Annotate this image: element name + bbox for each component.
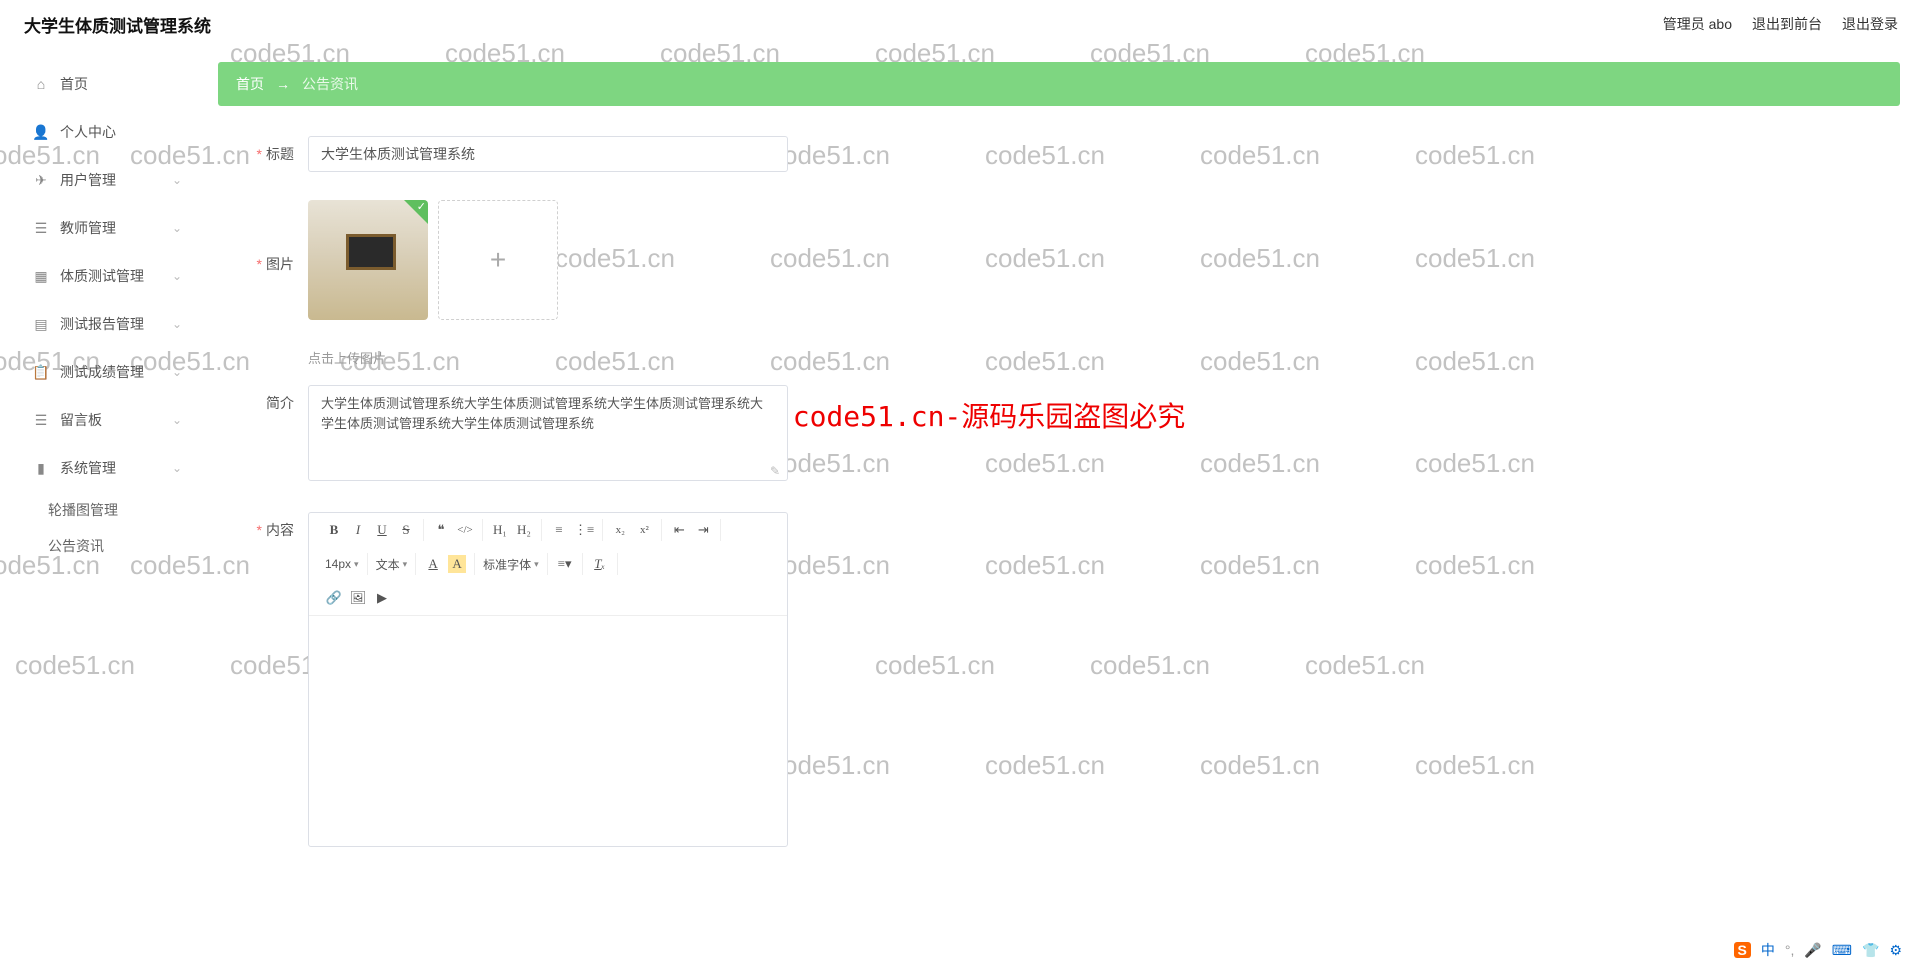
- check-icon: [404, 200, 428, 224]
- ime-bar: S 中 °, 🎤 ⌨ 👕 ⚙: [1728, 938, 1909, 962]
- chevron-down-icon: ⌄: [172, 317, 182, 331]
- sidebar-item-label: 个人中心: [60, 122, 182, 142]
- sidebar-item-system[interactable]: ▮ 系统管理 ⌄: [0, 444, 200, 492]
- sidebar-item-label: 测试成绩管理: [60, 362, 172, 382]
- h1-button[interactable]: H₁: [491, 521, 509, 539]
- clipboard-icon: 📋: [32, 364, 50, 381]
- sidebar-item-label: 测试报告管理: [60, 314, 172, 334]
- sidebar-item-profile[interactable]: 👤 个人中心: [0, 108, 200, 156]
- send-icon: ✈: [32, 172, 50, 189]
- ime-badge[interactable]: S: [1734, 942, 1751, 958]
- underline-button[interactable]: U: [373, 521, 391, 539]
- chevron-down-icon: ⌄: [172, 413, 182, 427]
- edit-icon[interactable]: ✎: [770, 464, 780, 478]
- video-button[interactable]: ▶: [373, 589, 391, 607]
- upload-add-button[interactable]: +: [438, 200, 558, 320]
- home-icon: ⌂: [32, 76, 50, 92]
- app-title: 大学生体质测试管理系统: [24, 12, 211, 37]
- title-label: 标题: [238, 136, 308, 164]
- bold-button[interactable]: B: [325, 521, 343, 539]
- image-button[interactable]: 🖼: [349, 589, 367, 607]
- image-label: 图片: [238, 246, 308, 274]
- sidebar-item-fitness-mgmt[interactable]: ▦ 体质测试管理 ⌄: [0, 252, 200, 300]
- sidebar-item-label: 教师管理: [60, 218, 172, 238]
- chevron-down-icon: ⌄: [172, 173, 182, 187]
- sidebar-item-label: 用户管理: [60, 170, 172, 190]
- chevron-down-icon: ⌄: [172, 365, 182, 379]
- user-icon: 👤: [32, 124, 50, 141]
- bar-icon: ▮: [32, 460, 50, 477]
- rich-editor: B I U S ❝ </> H₁ H₂: [308, 512, 788, 847]
- content-label: 内容: [238, 512, 308, 540]
- ime-mic-icon[interactable]: 🎤: [1804, 942, 1821, 959]
- breadcrumb-home[interactable]: 首页: [236, 74, 264, 94]
- sidebar-item-score-mgmt[interactable]: 📋 测试成绩管理 ⌄: [0, 348, 200, 396]
- breadcrumb: 首页 → 公告资讯: [218, 62, 1900, 106]
- logout-front-button[interactable]: 退出到前台: [1752, 14, 1822, 34]
- font-size-select[interactable]: 14px: [325, 557, 359, 571]
- chevron-down-icon: ⌄: [172, 221, 182, 235]
- ime-keyboard-icon[interactable]: ⌨: [1832, 942, 1852, 959]
- user-label[interactable]: 管理员 abo: [1663, 14, 1732, 34]
- italic-button[interactable]: I: [349, 521, 367, 539]
- ime-lang[interactable]: 中: [1761, 940, 1775, 960]
- plus-icon: +: [490, 244, 506, 276]
- chevron-down-icon: ⌄: [172, 461, 182, 475]
- quote-button[interactable]: ❝: [432, 521, 450, 539]
- ime-toolbox-icon[interactable]: ⚙: [1889, 942, 1902, 959]
- chevron-down-icon: ⌄: [172, 269, 182, 283]
- sidebar-item-report-mgmt[interactable]: ▤ 测试报告管理 ⌄: [0, 300, 200, 348]
- link-button[interactable]: 🔗: [325, 589, 343, 607]
- strike-button[interactable]: S: [397, 521, 415, 539]
- superscript-button[interactable]: x²: [635, 521, 653, 539]
- code-button[interactable]: </>: [456, 521, 474, 539]
- sidebar-item-label: 体质测试管理: [60, 266, 172, 286]
- clear-format-button[interactable]: Tₓ: [591, 555, 609, 573]
- submenu-carousel[interactable]: 轮播图管理: [0, 492, 200, 528]
- list-icon: ☰: [32, 412, 50, 429]
- font-family-select[interactable]: 标准字体: [483, 556, 539, 573]
- ime-skin-icon[interactable]: 👕: [1862, 942, 1879, 959]
- breadcrumb-current: 公告资讯: [302, 74, 358, 94]
- sidebar-item-home[interactable]: ⌂ 首页: [0, 60, 200, 108]
- editor-toolbar: B I U S ❝ </> H₁ H₂: [309, 513, 787, 616]
- ordered-list-button[interactable]: ≡: [550, 521, 568, 539]
- breadcrumb-arrow: →: [276, 76, 290, 92]
- sidebar-item-label: 系统管理: [60, 458, 172, 478]
- uploaded-image-thumb[interactable]: [308, 200, 428, 320]
- align-select[interactable]: ≡▾: [556, 555, 574, 573]
- outdent-button[interactable]: ⇥: [694, 521, 712, 539]
- doc-icon: ▤: [32, 316, 50, 333]
- grid-icon: ▦: [32, 268, 50, 285]
- ime-punct-icon[interactable]: °,: [1785, 942, 1795, 958]
- font-color-button[interactable]: A: [424, 555, 442, 573]
- bg-color-button[interactable]: A: [448, 555, 466, 573]
- sidebar-item-label: 首页: [60, 74, 182, 94]
- upload-hint: 点击上传图片: [238, 348, 1900, 367]
- indent-button[interactable]: ⇤: [670, 521, 688, 539]
- subscript-button[interactable]: x₂: [611, 521, 629, 539]
- sidebar-item-teacher-mgmt[interactable]: ☰ 教师管理 ⌄: [0, 204, 200, 252]
- logout-button[interactable]: 退出登录: [1842, 14, 1898, 34]
- list-icon: ☰: [32, 220, 50, 237]
- submenu-announcement[interactable]: 公告资讯: [0, 528, 200, 564]
- editor-body[interactable]: [309, 616, 787, 846]
- sidebar-item-message[interactable]: ☰ 留言板 ⌄: [0, 396, 200, 444]
- summary-textarea[interactable]: [308, 385, 788, 481]
- content: 首页 → 公告资讯 标题 图片: [200, 48, 1918, 970]
- sidebar-item-user-mgmt[interactable]: ✈ 用户管理 ⌄: [0, 156, 200, 204]
- h2-button[interactable]: H₂: [515, 521, 533, 539]
- sidebar: ⌂ 首页 👤 个人中心 ✈ 用户管理 ⌄ ☰ 教师管理 ⌄ ▦ 体质测试管理 ⌄…: [0, 48, 200, 970]
- title-input[interactable]: [308, 136, 788, 172]
- sidebar-item-label: 留言板: [60, 410, 172, 430]
- unordered-list-button[interactable]: ⋮≡: [574, 521, 594, 539]
- summary-label: 简介: [238, 385, 308, 413]
- header: 大学生体质测试管理系统 管理员 abo 退出到前台 退出登录: [0, 0, 1918, 48]
- text-mode-select[interactable]: 文本: [376, 556, 408, 573]
